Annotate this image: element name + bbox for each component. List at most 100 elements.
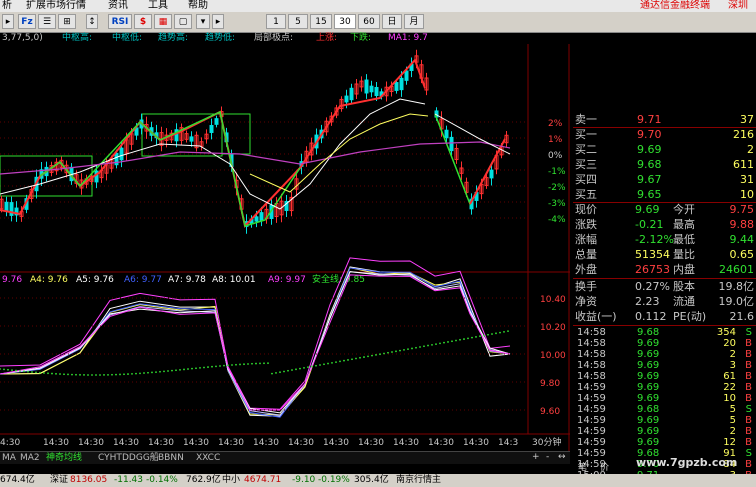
tick-volume: 3 (729, 360, 736, 371)
dollar-icon[interactable]: $ (134, 14, 152, 29)
tick-time: 14:58 (577, 327, 606, 338)
safety-line-dot (439, 342, 441, 345)
chart-grid-icon[interactable]: ▦ (154, 14, 172, 29)
tick-volume: 5 (729, 415, 736, 426)
tab-price[interactable]: 价 (600, 463, 609, 474)
order-volume: 611 (733, 158, 754, 171)
safety-line-dot (363, 356, 365, 358)
tab-indicator[interactable]: MA (2, 452, 16, 464)
safety-line-dot (323, 363, 325, 366)
top-indicator-label: 上涨: (316, 33, 338, 43)
safety-line-dot (495, 332, 497, 335)
tab-indicator[interactable]: BBNN (158, 452, 184, 464)
tab-indicator[interactable]: XXCC (196, 452, 220, 464)
menu-item-extended-market[interactable]: 扩展市场行情 (26, 0, 86, 12)
safety-line-dot (163, 370, 165, 373)
order-price: 9.65 (637, 188, 662, 201)
tick-side: B (745, 349, 752, 360)
tick-volume: 2 (729, 349, 736, 360)
safety-line-dot (79, 373, 81, 376)
back-icon[interactable]: ▸ (2, 14, 14, 29)
tab-indicator[interactable]: MA2 (20, 452, 40, 464)
order-level-label: 买五 (575, 188, 597, 201)
divider (573, 325, 756, 326)
safety-line-dot (31, 371, 33, 373)
tab-ticks[interactable]: 笔 (578, 463, 587, 474)
top-indicator-label: 趋势高: (158, 33, 189, 43)
safety-line-dot (299, 367, 301, 370)
period-60min-button[interactable]: 60 (358, 14, 380, 29)
candle-body (399, 77, 404, 91)
fz-button[interactable]: Fz (18, 14, 36, 29)
zoom-out-icon[interactable]: - (546, 451, 549, 463)
menu-item-tools[interactable]: 工具 (148, 0, 168, 12)
scroll-controls[interactable]: + - ↔ (528, 451, 570, 463)
tick-side: B (745, 338, 752, 349)
safety-line-dot (179, 368, 181, 371)
quote-stat-row: 收益(一) 0.112 PE(动) 21.6 (573, 309, 756, 324)
tick-side: B (745, 371, 752, 382)
tick-price: 9.68 (637, 327, 660, 338)
period-month-button[interactable]: 月 (404, 14, 424, 29)
tab-indicator[interactable]: DDGG船 (122, 452, 159, 464)
menu-item-help[interactable]: 帮助 (188, 0, 208, 12)
kline-chart[interactable]: 2% 1% 0% -1% -2% -3% -4% 10.40 10.20 10.00 9.80 9.… (0, 44, 570, 451)
small-arrow-icon[interactable]: ▸ (212, 14, 224, 29)
safety-line-dot (19, 370, 21, 372)
top-indicator-header: 3,77,5,0) 中枢高: 中枢低: 趋势高: 趋势低: 局部极点: 上涨: 下跌: MA1:… (0, 32, 570, 44)
period-15min-button[interactable]: 15 (310, 14, 332, 29)
safety-line-dot (83, 374, 85, 376)
safety-line-dot (175, 369, 177, 372)
grid-icon[interactable]: ⊞ (58, 14, 76, 29)
arrow-icon[interactable]: ↕ (86, 14, 98, 29)
safety-line-dot (491, 333, 493, 335)
tick-volume: 22 (723, 382, 736, 393)
zoom-in-icon[interactable]: + (532, 451, 540, 463)
safety-line-dot (39, 371, 41, 374)
rsi-button[interactable]: RSI (108, 14, 132, 29)
tab-indicator[interactable]: CYHT (98, 452, 122, 464)
dropdown-icon[interactable]: ▾ (196, 14, 210, 29)
toolbar: ▸ Fz ☰ ⊞ ↕ RSI $ ▦ ▢ ▾ ▸ 1 5 15 30 60 日 … (0, 12, 756, 33)
tick-side: B (745, 382, 752, 393)
list-icon[interactable]: ☰ (38, 14, 56, 29)
candle-body (344, 95, 349, 103)
safety-line-dot (187, 368, 189, 370)
order-volume: 10 (740, 188, 754, 201)
status-item: -9.10 (292, 475, 316, 485)
tick-price: 9.69 (637, 437, 660, 448)
time-axis-tick: 14:30 (183, 438, 209, 448)
safety-line-dot (287, 369, 289, 372)
period-30min-button[interactable]: 30 (334, 14, 356, 29)
window-icon[interactable]: ▢ (174, 14, 192, 29)
safety-line-dot (331, 361, 333, 364)
safety-line-dot (283, 370, 285, 373)
safety-line-dot (15, 369, 17, 372)
safety-line-dot (131, 372, 133, 375)
safety-line-dot (411, 347, 413, 350)
move-icon[interactable]: ↔ (558, 451, 566, 463)
safety-line-dot (403, 348, 405, 351)
order-book-row: 买五 9.65 10 (573, 187, 756, 202)
safety-line-dot (487, 333, 489, 336)
safety-line-dot (271, 372, 273, 375)
order-level-label: 买三 (575, 158, 597, 171)
stat-value: 9.44 (729, 233, 755, 246)
period-5min-button[interactable]: 5 (288, 14, 308, 29)
period-day-button[interactable]: 日 (382, 14, 402, 29)
menu-item-news[interactable]: 资讯 (108, 0, 128, 12)
quote-stat-row: 涨幅 -2.12% 最低 9.44 (573, 232, 756, 247)
safety-line-dot (383, 352, 385, 355)
safety-line-dot (315, 364, 317, 367)
tab-indicator[interactable]: 神奇均线 (46, 452, 82, 464)
safety-line-dot (63, 373, 65, 376)
safety-line-dot (343, 359, 345, 362)
menu-item-analysis[interactable]: 析 (2, 0, 12, 12)
safety-line-dot (111, 373, 113, 376)
tick-time: 14:59 (577, 448, 606, 459)
time-axis-tick: 14:30 (288, 438, 314, 448)
safety-line-dot (415, 346, 417, 349)
period-1min-button[interactable]: 1 (266, 14, 286, 29)
tick-side: S (745, 448, 752, 459)
tick-price: 9.68 (637, 404, 660, 415)
